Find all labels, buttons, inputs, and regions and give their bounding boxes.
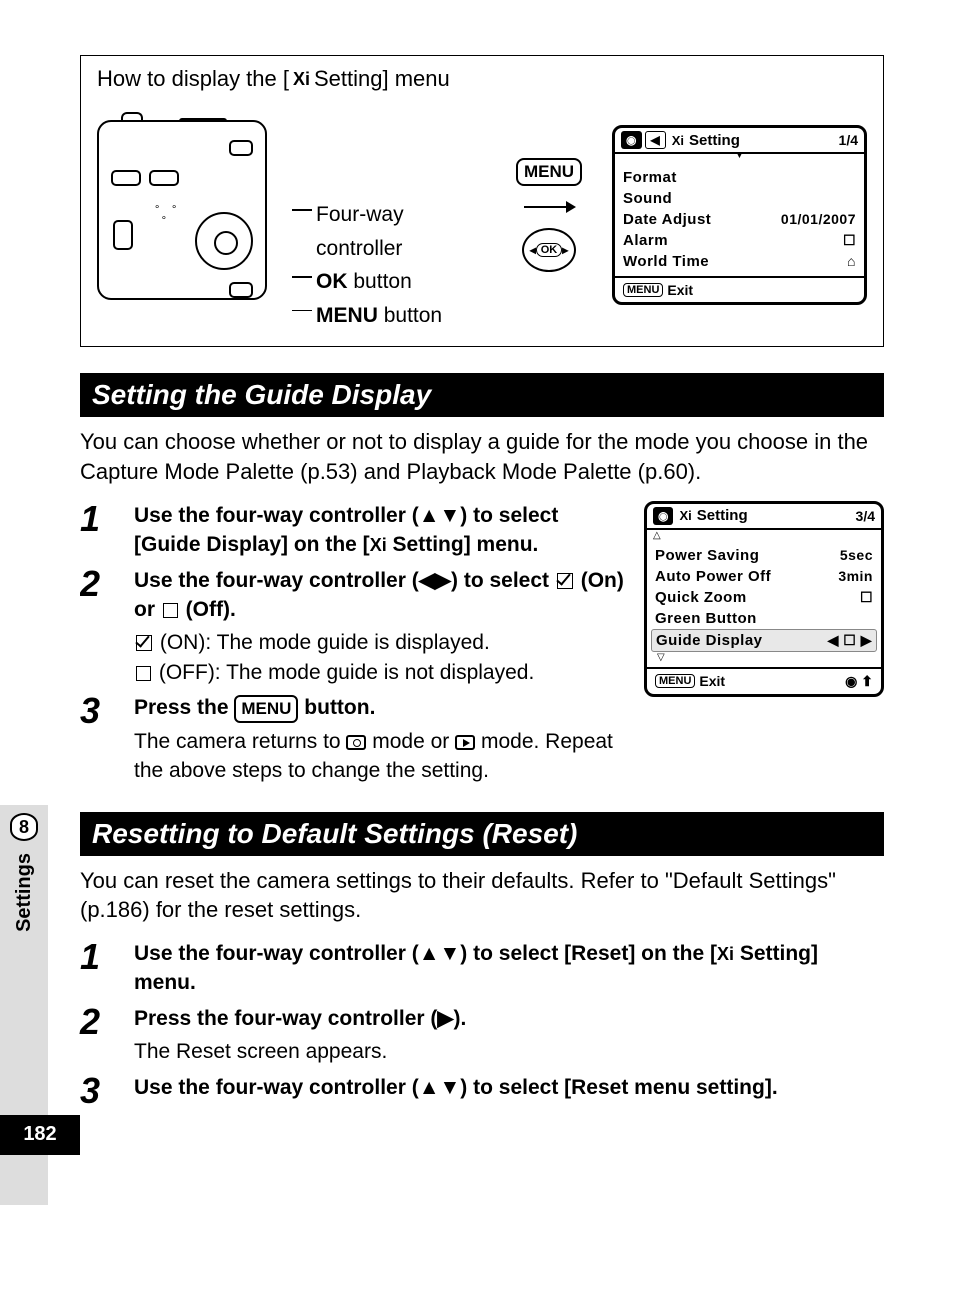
lcd-screen-1: ◉ ◀ Xi Setting 1/4 ▼ Format Sound Date A… bbox=[612, 125, 867, 305]
step-number-3: 3 bbox=[80, 693, 108, 786]
camera-labels: Four-way controller OK button MENU butto… bbox=[298, 98, 486, 332]
lcd2-page: 3/4 bbox=[856, 508, 875, 524]
lcd1-body: Format Sound Date Adjust01/01/2007 Alarm… bbox=[615, 161, 864, 276]
lcd1-exit: Exit bbox=[667, 282, 693, 298]
playback-mode-icon bbox=[455, 735, 475, 750]
reset-step3: Use the four-way controller (▲▼) to sele… bbox=[134, 1073, 884, 1102]
label-menu: MENU button bbox=[298, 299, 486, 333]
lcd1-title: Setting bbox=[689, 132, 740, 149]
step2-text: Use the four-way controller (◀▶) to sele… bbox=[134, 566, 628, 625]
lcd2-footer-icons: ◉ ⬆ bbox=[845, 673, 873, 690]
camera-tab-icon: ◉ bbox=[653, 507, 673, 525]
section-title-reset: Resetting to Default Settings (Reset) bbox=[80, 812, 884, 856]
checkbox-on-icon bbox=[557, 573, 573, 589]
menu-badge-icon: MENU bbox=[655, 674, 695, 688]
howto-box: How to display the [ Xi Setting] menu ∘ … bbox=[80, 55, 884, 347]
section2-intro: You can reset the camera settings to the… bbox=[80, 866, 884, 925]
label-fourway: Four-way controller bbox=[298, 198, 486, 265]
lcd-screen-2: ◉ Xi Setting 3/4 △ Power Saving5sec Auto… bbox=[644, 501, 884, 697]
down-arrow-icon: ▼ bbox=[615, 150, 864, 161]
step1-text: Use the four-way controller (▲▼) to sele… bbox=[134, 501, 628, 560]
step3-text: Press the MENU button. bbox=[134, 693, 628, 723]
step-number-1: 1 bbox=[80, 501, 108, 560]
reset-step1: Use the four-way controller (▲▼) to sele… bbox=[134, 939, 884, 998]
howto-title: How to display the [ Xi Setting] menu bbox=[97, 66, 867, 92]
tool-icon: Xi bbox=[679, 508, 691, 523]
ok-button-icon: ◂OK▸ bbox=[522, 228, 576, 272]
section1-intro: You can choose whether or not to display… bbox=[80, 427, 884, 486]
chapter-label: Settings bbox=[13, 853, 36, 932]
section-title-guide: Setting the Guide Display bbox=[80, 373, 884, 417]
checkbox-off-icon bbox=[136, 666, 151, 681]
camera-tab-icon: ◉ bbox=[621, 131, 641, 149]
step-number-1: 1 bbox=[80, 939, 108, 998]
step3-desc: The camera returns to mode or mode. Repe… bbox=[134, 727, 628, 786]
lcd2-exit: Exit bbox=[699, 673, 725, 689]
howto-title-post: Setting] menu bbox=[314, 66, 450, 92]
step-number-2: 2 bbox=[80, 566, 108, 688]
checkbox-on-icon bbox=[136, 635, 152, 651]
reset-step2: Press the four-way controller (▶). bbox=[134, 1004, 884, 1033]
lcd1-page: 1/4 bbox=[839, 132, 858, 148]
menu-badge-icon: MENU bbox=[623, 283, 663, 297]
lcd2-selected-row: Guide Display◀ ☐ ▶ bbox=[651, 629, 877, 652]
camera-diagram: ∘ ∘ ∘ bbox=[97, 120, 268, 310]
step-number-2: 2 bbox=[80, 1004, 108, 1067]
checkbox-off-icon bbox=[163, 603, 178, 618]
reset-step2-desc: The Reset screen appears. bbox=[134, 1037, 884, 1066]
chapter-number: 8 bbox=[10, 813, 38, 841]
label-ok: OK button bbox=[298, 265, 486, 299]
tool-icon: Xi bbox=[672, 133, 684, 148]
lcd2-title: Setting bbox=[697, 507, 748, 524]
step-number-3: 3 bbox=[80, 1073, 108, 1109]
tool-icon: Xi bbox=[370, 533, 387, 558]
menu-button-icon: MENU bbox=[516, 158, 582, 186]
page-number: 182 bbox=[0, 1115, 80, 1155]
tool-icon: Xi bbox=[293, 69, 310, 90]
arrow-column: MENU ◂OK▸ bbox=[516, 158, 582, 272]
tool-icon: Xi bbox=[717, 942, 734, 967]
arrow-right-icon bbox=[524, 206, 574, 208]
step2-desc: (ON): The mode guide is displayed. (OFF)… bbox=[134, 628, 628, 687]
lcd-tab-arrow: ◀ bbox=[645, 131, 666, 149]
howto-title-pre: How to display the [ bbox=[97, 66, 289, 92]
capture-mode-icon bbox=[346, 735, 366, 750]
lcd2-body: Power Saving5sec Auto Power Off3min Quic… bbox=[647, 539, 881, 667]
